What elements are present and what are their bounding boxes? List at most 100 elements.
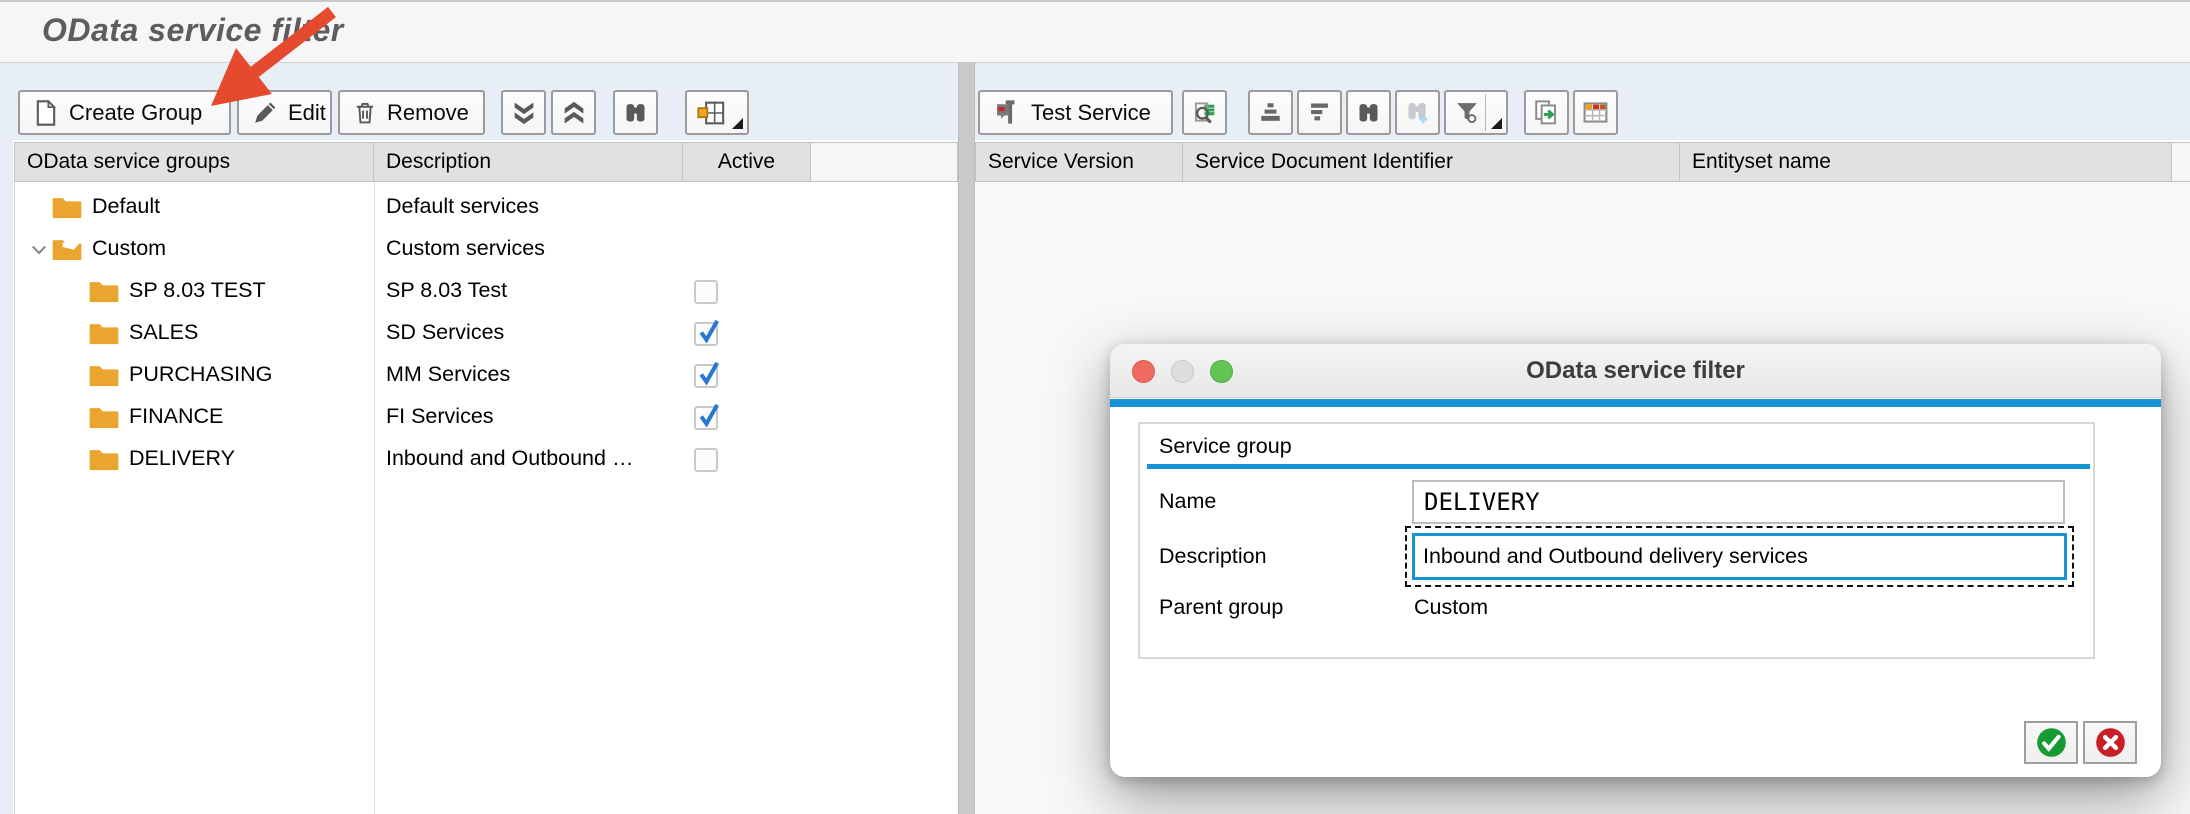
group-name: DELIVERY (129, 446, 235, 471)
active-checkbox[interactable] (694, 280, 718, 304)
create-group-button[interactable]: Create Group (18, 90, 231, 135)
double-chevron-down-icon (510, 99, 538, 127)
dropdown-triangle-icon (1491, 118, 1502, 129)
parent-group-label: Parent group (1159, 595, 1283, 620)
page-title: OData service filter (42, 12, 344, 49)
name-label: Name (1159, 489, 1216, 514)
group-name: SALES (129, 320, 198, 345)
group-name: PURCHASING (129, 362, 272, 387)
group-description: SP 8.03 Test (386, 278, 507, 303)
odata-service-filter-dialog: OData service filter Service group Name … (1110, 344, 2161, 777)
collapse-all-button[interactable] (501, 90, 546, 135)
layout-grid-icon (694, 98, 728, 128)
cancel-button[interactable] (2083, 721, 2137, 764)
table-settings-button[interactable] (1573, 90, 1618, 135)
tree-row-sales[interactable]: SALES SD Services (15, 313, 959, 355)
filter-button[interactable] (1444, 90, 1508, 135)
column-header-entityset[interactable]: Entityset name (1680, 142, 2172, 182)
closed-folder-icon (52, 195, 82, 220)
export-button[interactable] (1524, 90, 1569, 135)
column-header-description[interactable]: Description (374, 142, 683, 182)
sort-descending-button[interactable] (1297, 90, 1342, 135)
name-field[interactable]: DELIVERY (1412, 480, 2065, 524)
closed-folder-icon (89, 279, 119, 304)
colored-grid-icon (1581, 99, 1610, 126)
tree-row-sp-8-03-test[interactable]: SP 8.03 TEST SP 8.03 Test (15, 271, 959, 313)
tree-row-delivery[interactable]: DELIVERY Inbound and Outbound … (15, 439, 959, 481)
edit-button[interactable]: Edit (237, 90, 332, 135)
group-description: Custom services (386, 236, 545, 261)
active-checkbox[interactable] (694, 364, 718, 388)
group-description: Inbound and Outbound … (386, 446, 633, 471)
section-underline (1147, 464, 2090, 469)
parent-group-value: Custom (1414, 595, 1488, 620)
test-service-label: Test Service (1031, 100, 1151, 126)
display-details-button[interactable] (1182, 90, 1227, 135)
closed-folder-icon (89, 321, 119, 346)
group-description: MM Services (386, 362, 510, 387)
tree-row-default[interactable]: Default Default services (15, 187, 959, 229)
sort-ascending-button[interactable] (1248, 90, 1293, 135)
group-description: FI Services (386, 404, 494, 429)
confirm-button[interactable] (2024, 721, 2078, 764)
description-label: Description (1159, 544, 1267, 569)
column-header-blank (811, 142, 958, 182)
column-header-service-version[interactable]: Service Version (975, 142, 1183, 182)
group-description: Default services (386, 194, 539, 219)
double-chevron-up-icon (560, 99, 588, 127)
new-document-icon (32, 98, 60, 128)
test-service-button[interactable]: Test Service (978, 90, 1173, 135)
description-field[interactable]: Inbound and Outbound delivery services (1412, 533, 2067, 580)
column-header-groups[interactable]: OData service groups (14, 142, 374, 182)
find-next-button[interactable] (1395, 90, 1440, 135)
tree-row-custom[interactable]: Custom Custom services (15, 229, 959, 271)
dialog-titlebar[interactable]: OData service filter (1110, 344, 2161, 398)
find-button-right[interactable] (1346, 90, 1391, 135)
dialog-title: OData service filter (1110, 357, 2161, 385)
binoculars-icon (622, 99, 649, 126)
export-document-icon (1532, 98, 1561, 127)
binoculars-icon (1355, 99, 1382, 126)
group-name: FINANCE (129, 404, 223, 429)
column-header-service-doc-id[interactable]: Service Document Identifier (1183, 142, 1680, 182)
closed-folder-icon (89, 363, 119, 388)
divider (1485, 94, 1486, 131)
active-checkbox[interactable] (694, 448, 718, 472)
remove-label: Remove (387, 100, 469, 126)
create-group-label: Create Group (69, 100, 202, 126)
service-group-box: Service group Name DELIVERY Description … (1138, 422, 2095, 659)
edit-label: Edit (288, 100, 326, 126)
panel-splitter[interactable] (958, 62, 975, 814)
dropdown-triangle-icon (732, 118, 743, 129)
tree-row-purchasing[interactable]: PURCHASING MM Services (15, 355, 959, 397)
pencil-icon (251, 99, 279, 127)
binoculars-plus-icon (1404, 99, 1431, 126)
section-title: Service group (1159, 434, 1292, 459)
active-checkbox[interactable] (694, 322, 718, 346)
accent-line (1110, 399, 2161, 407)
tree-row-finance[interactable]: FINANCE FI Services (15, 397, 959, 439)
services-table-header: Service Version Service Document Identif… (975, 142, 2190, 182)
sort-ascending-icon (1257, 99, 1284, 126)
test-service-icon (992, 98, 1022, 128)
remove-button[interactable]: Remove (338, 90, 485, 135)
tree-expander-icon[interactable] (29, 240, 49, 260)
groups-tree-table: Default Default services Custom Custom serv… (14, 182, 958, 814)
expand-all-button[interactable] (551, 90, 596, 135)
closed-folder-icon (89, 405, 119, 430)
group-name: SP 8.03 TEST (129, 278, 266, 303)
title-strip: OData service filter (0, 0, 2190, 62)
closed-folder-icon (89, 447, 119, 472)
group-description: SD Services (386, 320, 504, 345)
open-folder-icon (52, 237, 82, 262)
green-check-icon (2035, 726, 2068, 759)
column-header-active[interactable]: Active (683, 142, 811, 182)
active-checkbox[interactable] (694, 406, 718, 430)
groups-table-header: OData service groups Description Active (14, 142, 958, 182)
group-name: Custom (92, 236, 166, 261)
sort-descending-icon (1306, 99, 1333, 126)
magnifier-list-icon (1191, 98, 1219, 128)
layout-settings-button[interactable] (685, 90, 749, 135)
group-name: Default (92, 194, 160, 219)
find-button-left[interactable] (613, 90, 658, 135)
